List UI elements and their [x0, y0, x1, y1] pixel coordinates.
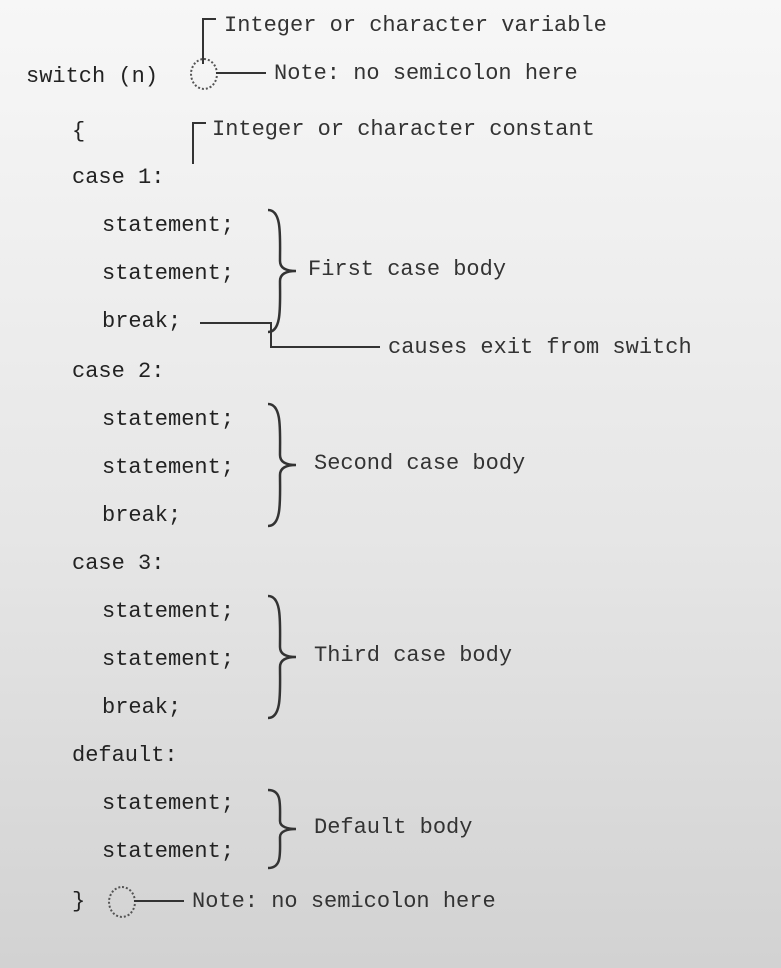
code-default: default:: [72, 744, 178, 768]
dotted-oval-icon: [108, 886, 136, 918]
annotation-constant-type: Integer or character constant: [212, 118, 595, 142]
curly-brace-icon: [262, 592, 302, 722]
code-stmt-c2a: statement;: [102, 408, 234, 432]
code-open-brace: {: [72, 120, 85, 144]
code-case1: case 1:: [72, 166, 164, 190]
dotted-oval-icon: [190, 58, 218, 90]
code-break-c3: break;: [102, 696, 181, 720]
code-stmt-c3b: statement;: [102, 648, 234, 672]
code-case2: case 2:: [72, 360, 164, 384]
code-stmt-c3a: statement;: [102, 600, 234, 624]
connector-line-icon: [200, 322, 270, 324]
code-stmt-c1a: statement;: [102, 214, 234, 238]
annotation-no-semicolon-bottom: Note: no semicolon here: [192, 890, 496, 914]
code-stmt-db: statement;: [102, 840, 234, 864]
code-stmt-c1b: statement;: [102, 262, 234, 286]
curly-brace-icon: [262, 400, 302, 530]
curly-brace-icon: [262, 206, 302, 336]
code-close-brace: }: [72, 890, 85, 914]
curly-brace-icon: [262, 786, 302, 872]
annotation-default-body: Default body: [314, 816, 472, 840]
code-switch: switch (n): [26, 65, 158, 89]
annotation-break-exit: causes exit from switch: [388, 336, 692, 360]
annotation-third-case-body: Third case body: [314, 644, 512, 668]
connector-line-icon: [270, 322, 272, 346]
corner-bracket-icon: [192, 122, 206, 164]
annotation-no-semicolon-top: Note: no semicolon here: [274, 62, 578, 86]
annotation-second-case-body: Second case body: [314, 452, 525, 476]
connector-line-icon: [270, 346, 380, 348]
connector-line-icon: [216, 72, 266, 74]
code-case3: case 3:: [72, 552, 164, 576]
code-stmt-da: statement;: [102, 792, 234, 816]
annotation-variable-type: Integer or character variable: [224, 14, 607, 38]
annotation-first-case-body: First case body: [308, 258, 506, 282]
code-break-c2: break;: [102, 504, 181, 528]
connector-line-icon: [134, 900, 184, 902]
code-stmt-c2b: statement;: [102, 456, 234, 480]
code-break-c1: break;: [102, 310, 181, 334]
